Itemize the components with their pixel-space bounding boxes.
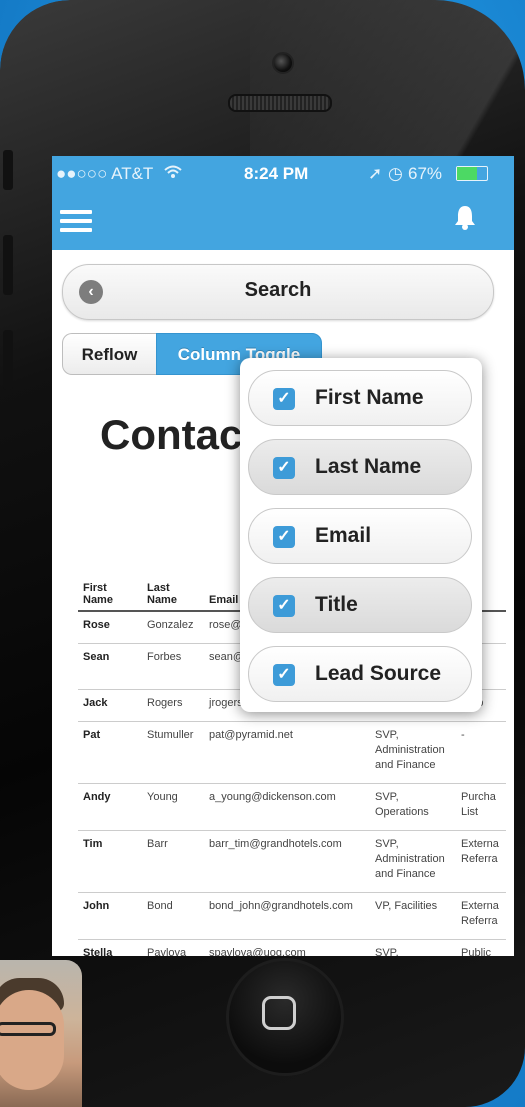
column-option-label: First Name bbox=[315, 386, 424, 409]
battery-percent: 67% bbox=[408, 164, 443, 183]
column-option-email[interactable]: ✓ Email bbox=[248, 508, 472, 564]
bell-icon[interactable] bbox=[454, 204, 482, 234]
column-option-label: Email bbox=[315, 524, 372, 547]
column-header-first-name[interactable]: First Name bbox=[78, 578, 142, 612]
clock: 8:24 PM bbox=[244, 164, 309, 183]
search-title: Search bbox=[244, 279, 312, 301]
column-option-last-name[interactable]: ✓ Last Name bbox=[248, 439, 472, 495]
home-square-icon bbox=[262, 996, 296, 1030]
alarm-icon: ◷ bbox=[388, 164, 403, 183]
tab-reflow[interactable]: Reflow bbox=[62, 333, 156, 375]
volume-down-button bbox=[3, 330, 13, 390]
column-option-label: Title bbox=[315, 593, 358, 616]
battery-icon bbox=[456, 166, 488, 181]
column-option-label: Last Name bbox=[315, 455, 422, 478]
column-option-label: Lead Source bbox=[315, 662, 442, 685]
table-row[interactable]: Tim Barr barr_tim@grandhotels.com SVP, A… bbox=[78, 830, 506, 893]
search-header-bar[interactable]: ‹ Search bbox=[62, 264, 494, 320]
page-title: Contac bbox=[100, 411, 243, 458]
phone-frame: ●●○○○ AT&T 8:24 PM ➚ ◷ 67% ‹ Search Refl… bbox=[0, 0, 525, 1107]
mute-switch bbox=[3, 150, 13, 190]
table-row[interactable]: John Bond bond_john@grandhotels.com VP, … bbox=[78, 892, 506, 940]
status-bar: ●●○○○ AT&T 8:24 PM ➚ ◷ 67% bbox=[52, 156, 514, 190]
checkbox-checked-icon[interactable]: ✓ bbox=[273, 526, 295, 548]
column-option-lead-source[interactable]: ✓ Lead Source bbox=[248, 646, 472, 702]
table-row[interactable]: Stella Pavlova spavlova@uog.com SVP, Pub… bbox=[78, 939, 506, 956]
table-row[interactable]: Andy Young a_young@dickenson.com SVP, Op… bbox=[78, 783, 506, 831]
carrier-label: ●●○○○ AT&T bbox=[56, 164, 154, 183]
location-arrow-icon: ➚ bbox=[368, 164, 383, 183]
column-header-last-name[interactable]: Last Name bbox=[142, 578, 204, 612]
checkbox-checked-icon[interactable]: ✓ bbox=[273, 388, 295, 410]
wifi-icon bbox=[164, 164, 182, 184]
hamburger-icon[interactable] bbox=[60, 210, 92, 232]
volume-up-button bbox=[3, 235, 13, 295]
table-row[interactable]: Pat Stumuller pat@pyramid.net SVP, Admin… bbox=[78, 721, 506, 784]
checkbox-checked-icon[interactable]: ✓ bbox=[273, 595, 295, 617]
checkbox-checked-icon[interactable]: ✓ bbox=[273, 664, 295, 686]
glasses-icon bbox=[0, 1022, 56, 1036]
front-camera bbox=[272, 52, 294, 74]
app-header bbox=[52, 190, 514, 250]
earpiece-speaker bbox=[228, 94, 332, 112]
presenter-webcam-thumbnail bbox=[0, 960, 82, 1107]
column-toggle-popup: ✓ First Name ✓ Last Name ✓ Email ✓ Title… bbox=[240, 358, 482, 712]
checkbox-checked-icon[interactable]: ✓ bbox=[273, 457, 295, 479]
column-option-title[interactable]: ✓ Title bbox=[248, 577, 472, 633]
column-option-first-name[interactable]: ✓ First Name bbox=[248, 370, 472, 426]
